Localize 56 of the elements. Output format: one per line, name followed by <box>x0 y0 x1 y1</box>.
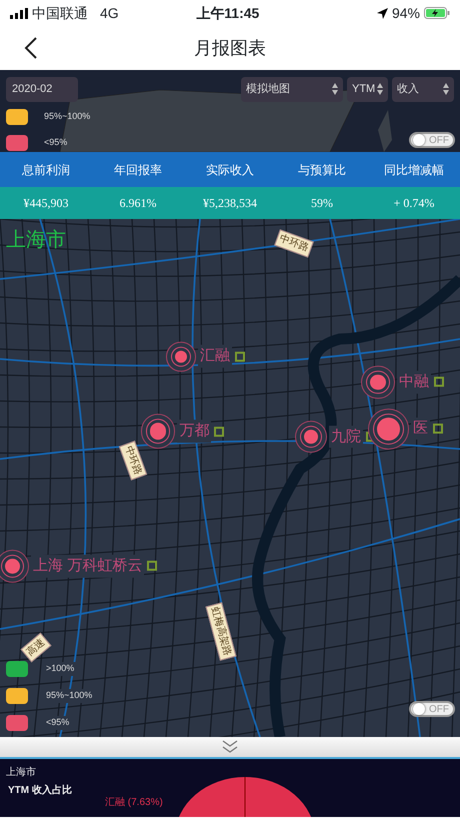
table-cell-text: ¥445,903 <box>22 195 70 212</box>
select-dropdown[interactable]: YTM <box>347 77 388 102</box>
select-dropdown[interactable]: 模拟地图 <box>241 77 343 102</box>
battery-icon <box>424 7 450 19</box>
legend-label: <95% <box>44 716 72 730</box>
site-icon <box>432 424 443 434</box>
sort-arrows-icon <box>377 83 383 96</box>
site-label: 汇融 <box>198 345 232 368</box>
carrier-name: 中国联通 <box>32 4 88 22</box>
status-time: 上午11:45 <box>195 4 260 22</box>
sort-arrows-icon <box>443 83 449 96</box>
site-marker[interactable] <box>304 429 318 444</box>
select-dropdown[interactable]: 收入 <box>392 77 454 102</box>
chart-title: YTM 收入占比 <box>8 784 72 798</box>
signal-icon <box>10 8 28 18</box>
site-label: 上海 万科虹桥云 <box>31 554 144 578</box>
region-title: 上海市 <box>6 766 36 780</box>
legend-label: 95%~100% <box>44 110 90 123</box>
site-label: 万都 <box>177 420 212 443</box>
site-icon <box>434 377 444 388</box>
sort-arrows-icon <box>332 83 338 96</box>
table-cell-text: + 0.74% <box>392 195 436 212</box>
site-icon <box>214 426 224 436</box>
column-header: 年回报率 <box>113 162 163 178</box>
back-icon[interactable] <box>24 37 38 59</box>
table-cell-text: 59% <box>310 195 334 212</box>
site-icon <box>234 351 245 362</box>
site-icon <box>147 561 158 572</box>
column-header: 同比增减幅 <box>383 162 445 178</box>
site-marker[interactable] <box>150 422 166 440</box>
road-label: 中环路 <box>118 440 148 480</box>
column-header: 与预算比 <box>297 162 347 178</box>
site-marker[interactable] <box>377 417 400 440</box>
network-type: 4G <box>100 4 119 22</box>
site-marker[interactable] <box>4 558 20 574</box>
site-marker[interactable] <box>370 374 386 390</box>
site-label: 中融 <box>396 370 431 394</box>
legend-label: >100% <box>44 662 76 676</box>
column-header: 实际收入 <box>205 162 255 178</box>
site-label: 医 <box>410 418 430 440</box>
site-marker[interactable] <box>174 350 187 362</box>
location-icon <box>376 8 388 18</box>
road-label: 中环路 <box>274 228 314 258</box>
table-cell-text: ¥5,238,534 <box>202 195 258 212</box>
region-title: 上海市 <box>6 228 66 253</box>
column-header: 息前利润 <box>21 162 71 178</box>
page-title: 月报图表 <box>193 36 267 60</box>
date-field[interactable]: 2020-02 <box>6 77 78 102</box>
site-label: 九院 <box>328 425 363 448</box>
road-label: 虹梅高架路 <box>206 602 237 661</box>
table-cell-text: 6.961% <box>118 195 158 212</box>
pie-slice-label: 汇融 (7.63%) <box>105 796 163 810</box>
legend-label: 95%~100% <box>44 689 94 703</box>
expand-chevron-icon[interactable] <box>222 740 238 754</box>
battery-percent: 94% <box>392 4 420 22</box>
legend-label: <95% <box>44 136 68 149</box>
